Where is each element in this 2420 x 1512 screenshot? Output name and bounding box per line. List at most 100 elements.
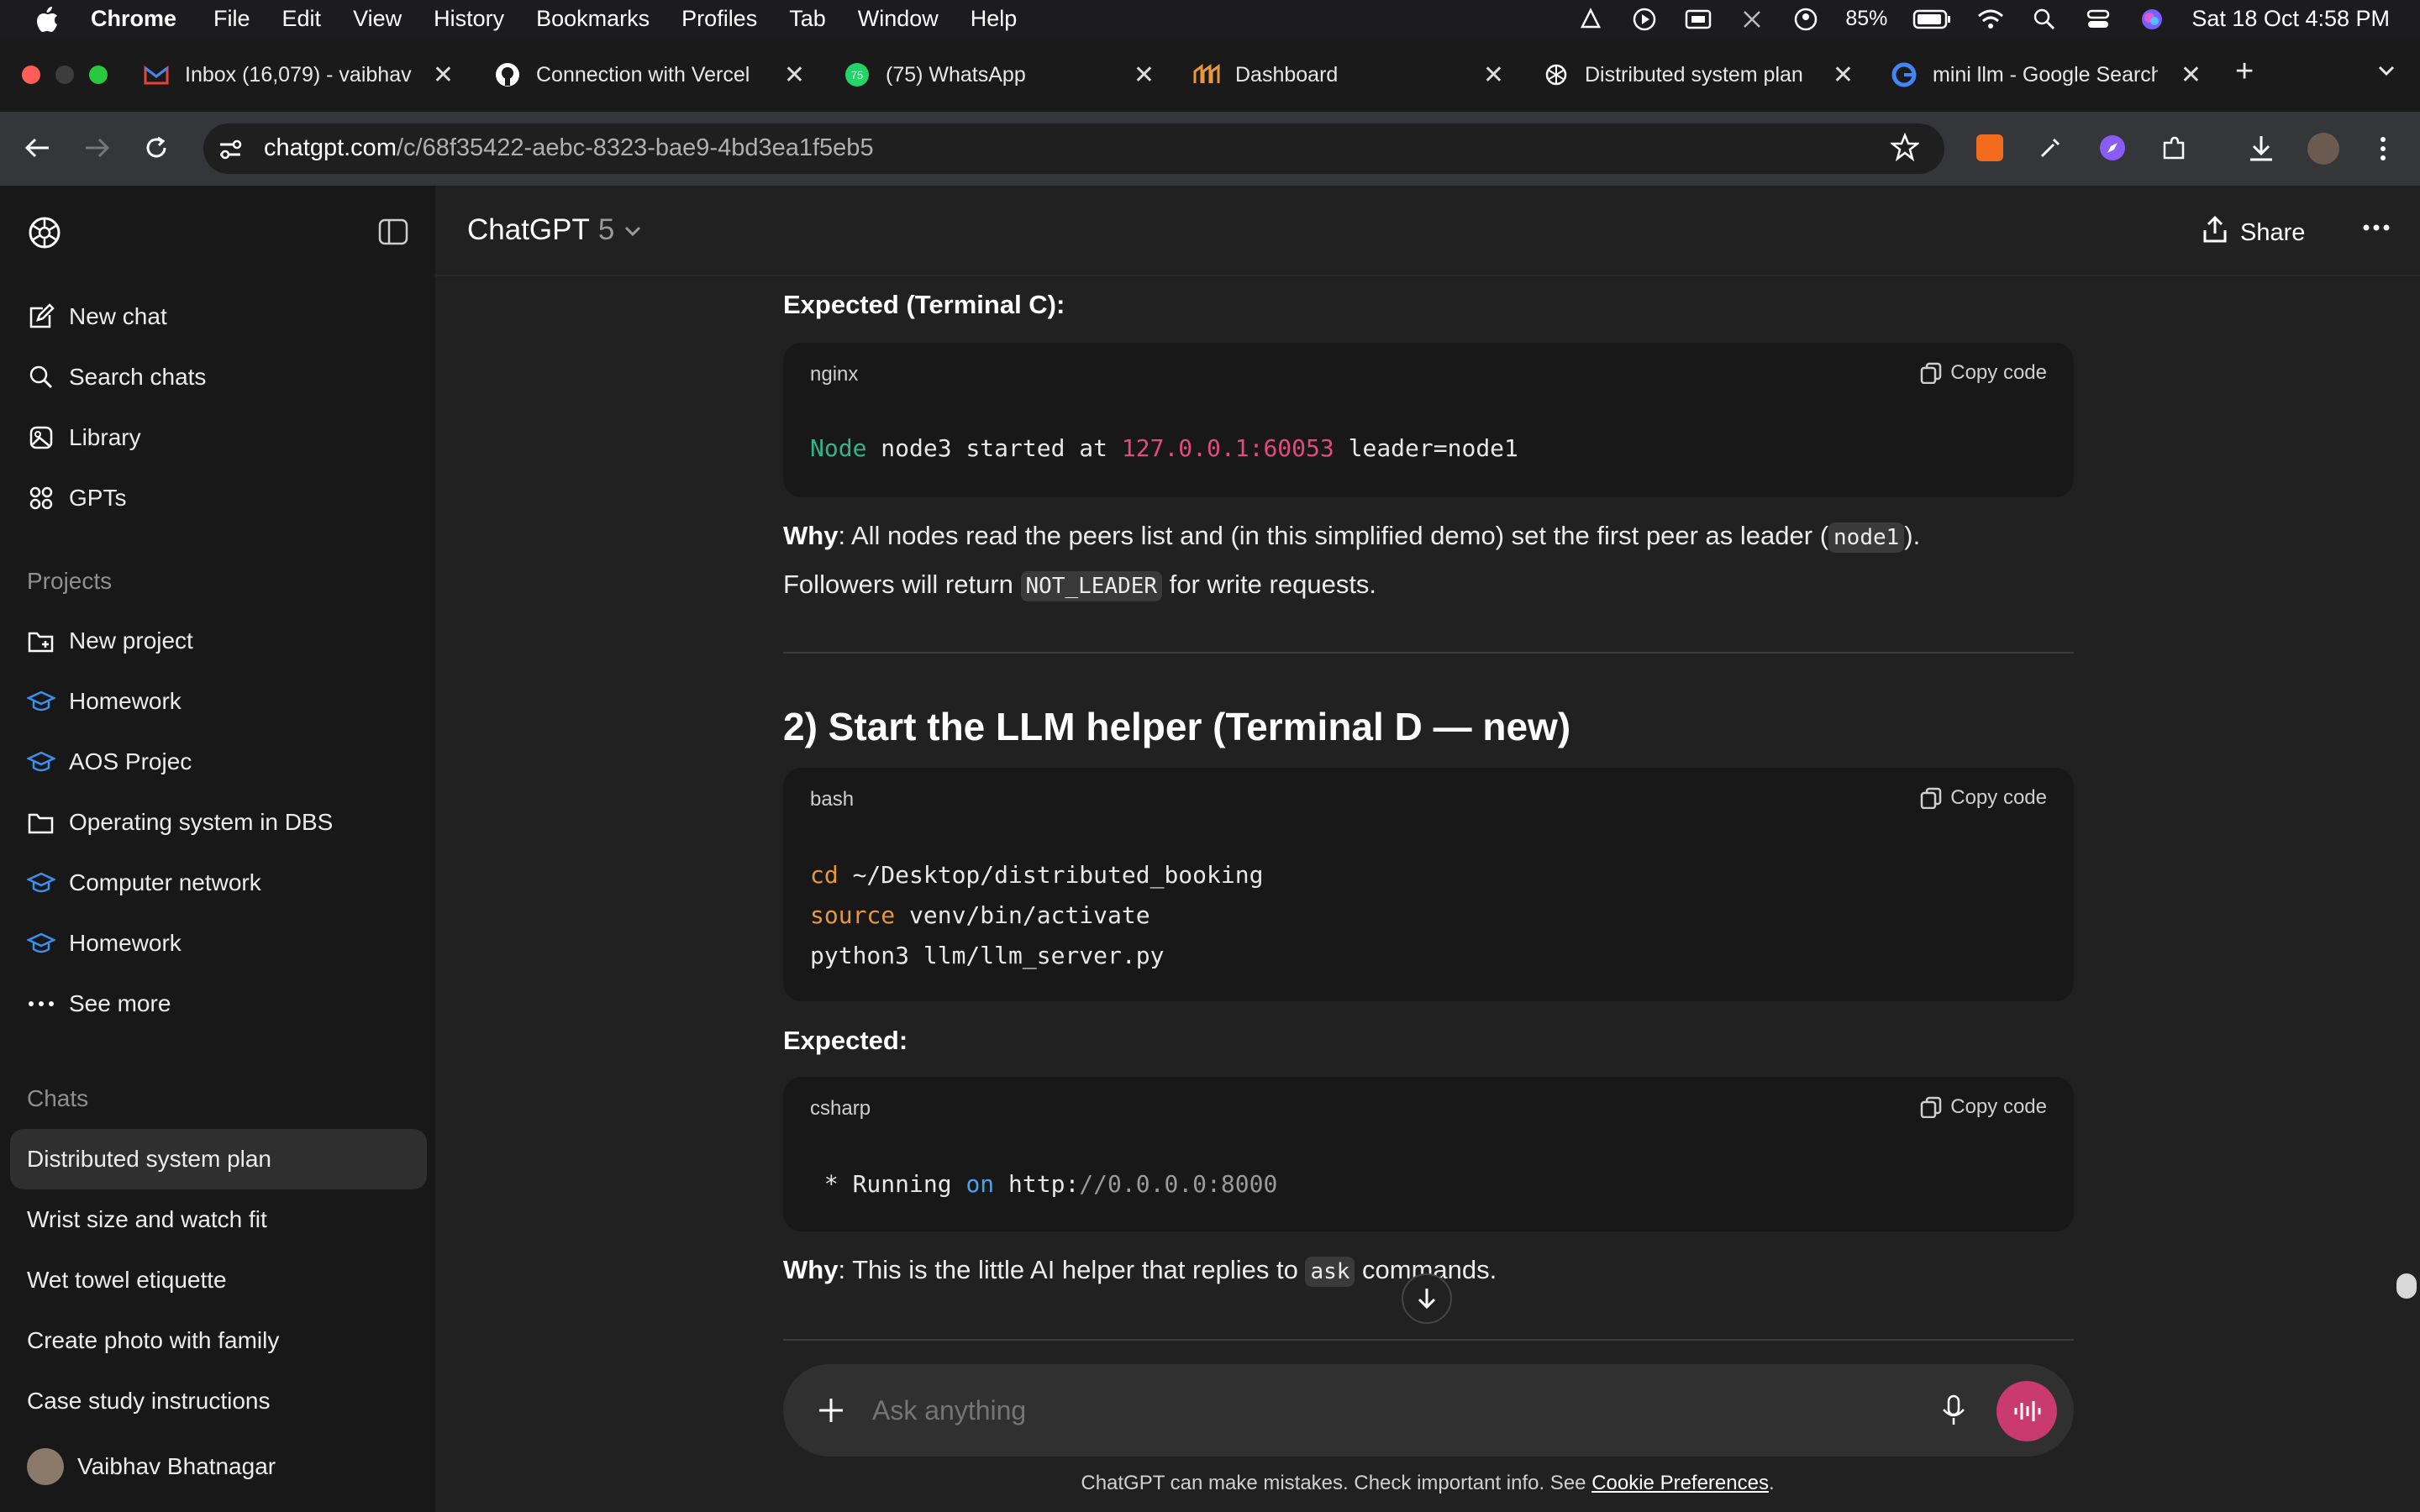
sidebar-item-computer-network[interactable]: Computer network [27,869,261,897]
menu-app-name[interactable]: Chrome [91,6,176,32]
conversation-header [435,186,2420,276]
sidebar-item-new-project[interactable]: New project [27,627,193,655]
pen-off-icon[interactable] [1738,5,1766,34]
share-button[interactable]: Share [2202,215,2305,250]
menu-profiles[interactable]: Profiles [681,6,757,32]
battery-icon[interactable] [1912,5,1951,34]
model-switcher[interactable]: ChatGPT 5 [467,213,643,247]
see-more-button[interactable]: See more [27,990,171,1018]
menu-history[interactable]: History [434,6,504,32]
menu-tab[interactable]: Tab [789,6,826,32]
toggle-sidebar-icon[interactable] [378,218,408,249]
close-tab-icon[interactable]: ✕ [1483,60,1504,90]
extension-compass-icon[interactable] [2097,133,2128,167]
forward-icon[interactable] [82,134,111,165]
cookie-preferences-link[interactable]: Cookie Preferences [1591,1472,1769,1494]
code-lines: cd ~/Desktop/distributed_booking source … [810,861,1264,969]
browser-tab-gmail[interactable]: Inbox (16,079) - vaibhav ✕ [143,53,454,97]
apple-icon[interactable] [32,4,62,34]
chatgpt-logo-icon[interactable] [25,213,64,256]
menu-edit[interactable]: Edit [282,6,322,32]
chat-item[interactable]: Wet towel etiquette [27,1267,227,1294]
menu-view[interactable]: View [353,6,402,32]
chat-item[interactable]: Create photo with family [27,1327,279,1354]
sidebar-item-aos-project[interactable]: AOS Projec [27,748,192,776]
code-line: * Running on http://0.0.0.0:8000 [810,1170,1278,1198]
sidebar-item-homework-2[interactable]: Homework [27,929,182,958]
copy-label: Copy code [1950,1095,2047,1118]
github-icon [494,61,521,88]
control-center-icon[interactable] [2084,5,2112,34]
new-chat-button[interactable]: New chat [27,302,167,331]
chat-item[interactable]: Case study instructions [27,1388,270,1415]
copy-code-button[interactable]: Copy code [1920,786,2047,810]
close-tab-icon[interactable]: ✕ [784,60,805,90]
model-name: ChatGPT [467,213,590,246]
more-options-icon[interactable] [2363,222,2390,237]
library-icon [27,423,55,452]
copy-icon [1921,362,1942,384]
bookmark-star-icon[interactable] [1889,132,1921,165]
why-paragraph: Why: This is the little AI helper that r… [783,1247,1497,1295]
attach-plus-icon[interactable] [817,1396,845,1429]
window-minimize-button[interactable] [55,66,74,84]
extension-picker-icon[interactable] [2037,134,2064,165]
sidebar-item-operating-system[interactable]: Operating system in DBS [27,808,333,837]
voice-mode-button[interactable] [1996,1381,2057,1441]
play-icon[interactable] [1630,5,1659,34]
tab-title: (75) WhatsApp [886,62,1026,87]
scrollbar-thumb[interactable] [2396,1273,2417,1299]
stage-icon[interactable] [1576,5,1605,34]
close-tab-icon[interactable]: ✕ [433,60,454,90]
copy-code-button[interactable]: Copy code [1920,361,2047,385]
prompt-input[interactable] [872,1388,1914,1433]
reload-icon[interactable] [143,134,170,165]
siri-icon[interactable] [2138,5,2166,34]
window-zoom-button[interactable] [89,66,108,84]
copy-icon [1921,787,1942,809]
tab-search-icon[interactable] [2375,59,2398,87]
tab-title: mini llm - Google Search [1933,62,2158,87]
spotlight-search-icon[interactable] [2030,5,2059,34]
window-close-button[interactable] [22,66,40,84]
wifi-icon[interactable] [1976,5,2005,34]
browser-tab-whatsapp[interactable]: 75 (75) WhatsApp ✕ [844,53,1155,97]
back-icon[interactable] [24,134,52,165]
scroll-to-bottom-button[interactable] [1402,1273,1452,1324]
microphone-icon[interactable] [1941,1394,1966,1431]
menu-help[interactable]: Help [971,6,1018,32]
copy-code-button[interactable]: Copy code [1920,1095,2047,1119]
extensions-puzzle-icon[interactable] [2160,134,2188,167]
browser-tab-google-search[interactable]: mini llm - Google Search ✕ [1891,53,2202,97]
project-label: Computer network [69,869,261,895]
browser-tab-dashboard[interactable]: Dashboard ✕ [1193,53,1504,97]
close-tab-icon[interactable]: ✕ [2181,60,2202,90]
chat-item[interactable]: Distributed system plan [27,1146,271,1173]
close-tab-icon[interactable]: ✕ [1134,60,1155,90]
chat-item[interactable]: Wrist size and watch fit [27,1206,267,1233]
close-tab-icon[interactable]: ✕ [1833,60,1854,90]
menu-window[interactable]: Window [858,6,939,32]
browser-menu-icon[interactable] [2375,134,2391,167]
clock[interactable]: Sat 18 Oct 4:58 PM [2191,6,2390,32]
browser-tab-vercel[interactable]: Connection with Vercel ✕ [494,53,805,97]
menu-file[interactable]: File [213,6,250,32]
projects-heading[interactable]: Projects [27,568,112,595]
extension-orange-icon[interactable] [1976,134,2003,161]
download-icon[interactable] [2247,133,2275,167]
project-label: Homework [69,688,182,714]
user-circle-icon[interactable] [1791,5,1820,34]
menu-bookmarks[interactable]: Bookmarks [536,6,650,32]
site-settings-icon[interactable] [217,136,244,167]
browser-tab-distributed-system-plan[interactable]: Distributed system plan ✕ [1543,53,1854,97]
chats-heading[interactable]: Chats [27,1085,88,1112]
search-chats-button[interactable]: Search chats [27,363,206,391]
arrow-down-icon [1418,1289,1436,1310]
gpts-button[interactable]: GPTs [27,484,126,512]
sidebar-item-homework[interactable]: Homework [27,687,182,716]
profile-avatar-icon[interactable] [2307,133,2339,165]
library-button[interactable]: Library [27,423,141,452]
new-chat-icon [27,302,55,331]
screen-icon[interactable] [1684,5,1712,34]
new-tab-button[interactable]: + [2235,54,2254,90]
